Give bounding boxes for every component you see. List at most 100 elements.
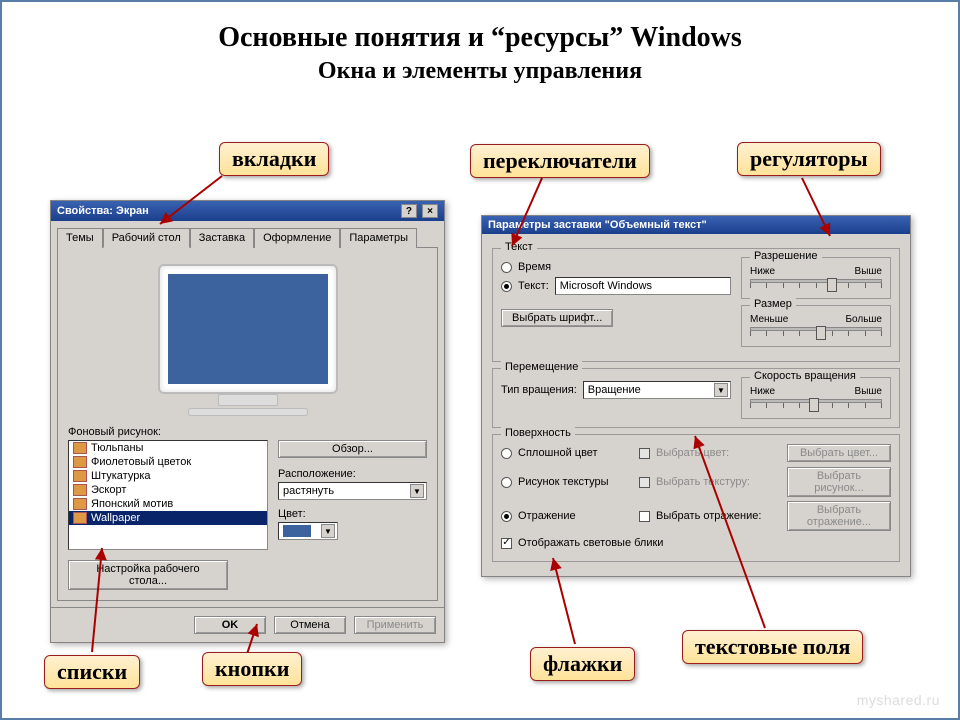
radio-texture-row[interactable]: Рисунок текстуры [501,476,631,488]
size-slider[interactable]: МеньшеБольше [750,314,882,338]
list-item-selected[interactable]: Wallpaper [69,511,267,525]
image-icon [73,484,87,496]
annot-checkboxes: флажки [530,647,635,681]
wallpaper-list[interactable]: Тюльпаны Фиолетовый цветок Штукатурка Эс… [68,440,268,550]
group-movement: Перемещение Тип вращения: Вращение ▼ Ско… [492,368,900,428]
page-title: Основные понятия и “ресурсы” Windows [2,22,958,54]
speed-slider[interactable]: НижеВыше [750,386,882,410]
color-swatch [283,525,311,537]
annot-buttons: кнопки [202,652,302,686]
group-legend: Размер [750,298,796,310]
layout-label: Расположение: [278,468,427,480]
screensaver-settings-dialog: Параметры заставки "Объемный текст" Текс… [481,215,911,577]
color-combo[interactable]: ▼ [278,522,338,540]
radio-reflect-row[interactable]: Отражение [501,510,631,522]
image-icon [73,456,87,468]
chk-highlights-row[interactable]: Отображать световые блики [501,537,891,549]
image-icon [73,512,87,524]
list-item[interactable]: Штукатурка [69,469,267,483]
close-button[interactable]: × [422,204,438,218]
image-icon [73,498,87,510]
group-surface: Поверхность Сплошной цвет Выбрать цвет: … [492,434,900,562]
watermark: myshared.ru [857,692,940,708]
group-legend: Поверхность [501,427,575,439]
checkbox-label: Отображать световые блики [518,537,663,549]
page-subtitle: Окна и элементы управления [2,58,958,85]
checkbox-icon [639,448,650,459]
radio-icon [501,511,512,522]
chk-choose-texture-row: Выбрать текстуру: [639,476,779,488]
chevron-down-icon: ▼ [410,484,424,498]
annot-textfields: текстовые поля [682,630,863,664]
radio-text-row[interactable]: Текст: Microsoft Windows [501,277,731,295]
radio-time-row[interactable]: Время [501,261,731,273]
resolution-slider-group: Разрешение НижеВыше [741,257,891,299]
choose-font-button[interactable]: Выбрать шрифт... [501,309,613,327]
slider-thumb[interactable] [827,278,837,292]
radio-solid-row[interactable]: Сплошной цвет [501,447,631,459]
cancel-button[interactable]: Отмена [274,616,346,634]
customize-desktop-button[interactable]: Настройка рабочего стола... [68,560,228,590]
choose-color-button: Выбрать цвет... [787,444,891,462]
layout-value: растянуть [283,485,334,497]
annot-tabs: вкладки [219,142,329,176]
tab-appearance[interactable]: Оформление [254,228,340,248]
choose-reflect-button: Выбрать отражение... [787,501,891,531]
chk-choose-color-row: Выбрать цвет: [639,447,779,459]
list-item[interactable]: Японский мотив [69,497,267,511]
chevron-down-icon: ▼ [321,524,335,538]
titlebar[interactable]: Свойства: Экран ? × [51,201,444,221]
choose-texture-button: Выбрать рисунок... [787,467,891,497]
image-icon [73,470,87,482]
image-icon [73,442,87,454]
tab-strip: Темы Рабочий стол Заставка Оформление Па… [51,221,444,247]
rotation-combo[interactable]: Вращение ▼ [583,381,731,399]
radio-icon [501,477,512,488]
slider-thumb[interactable] [809,398,819,412]
slider-thumb[interactable] [816,326,826,340]
resolution-slider[interactable]: НижеВыше [750,266,882,290]
radio-label: Отражение [518,510,576,522]
annot-sliders: регуляторы [737,142,881,176]
apply-button[interactable]: Применить [354,616,436,634]
window-title: Свойства: Экран [57,205,149,217]
tab-desktop[interactable]: Рабочий стол [103,228,190,248]
size-slider-group: Размер МеньшеБольше [741,305,891,347]
tab-settings[interactable]: Параметры [340,228,417,248]
list-item[interactable]: Фиолетовый цветок [69,455,267,469]
annot-lists: списки [44,655,140,689]
wallpaper-label: Фоновый рисунок: [68,426,427,438]
help-button[interactable]: ? [401,204,417,218]
tab-screensaver[interactable]: Заставка [190,228,254,248]
checkbox-icon [639,477,650,488]
checkbox-label: Выбрать отражение: [656,510,761,522]
rotation-label: Тип вращения: [501,384,577,396]
window-title: Параметры заставки "Объемный текст" [488,219,707,231]
text-input[interactable]: Microsoft Windows [555,277,731,295]
group-legend: Разрешение [750,250,822,262]
browse-button[interactable]: Обзор... [278,440,427,458]
group-legend: Текст [501,241,537,253]
radio-icon [501,262,512,273]
chevron-down-icon: ▼ [714,383,728,397]
checkbox-icon [501,538,512,549]
titlebar[interactable]: Параметры заставки "Объемный текст" [482,216,910,234]
rotation-value: Вращение [588,384,641,396]
chk-choose-reflect-row[interactable]: Выбрать отражение: [639,510,779,522]
checkbox-icon [639,511,650,522]
radio-label: Сплошной цвет [518,447,598,459]
list-item[interactable]: Эскорт [69,483,267,497]
tab-themes[interactable]: Темы [57,228,103,248]
layout-combo[interactable]: растянуть ▼ [278,482,427,500]
checkbox-label: Выбрать текстуру: [656,476,750,488]
monitor-preview [158,264,338,416]
ok-button[interactable]: OK [194,616,266,634]
list-item[interactable]: Тюльпаны [69,441,267,455]
dialog-buttons: OK Отмена Применить [51,607,444,642]
group-legend: Перемещение [501,361,582,373]
radio-icon [501,448,512,459]
radio-icon [501,281,512,292]
group-text: Текст Время Текст: Microsoft Windows Выб… [492,248,900,362]
radio-label: Рисунок текстуры [518,476,609,488]
annot-radios: переключатели [470,144,650,178]
